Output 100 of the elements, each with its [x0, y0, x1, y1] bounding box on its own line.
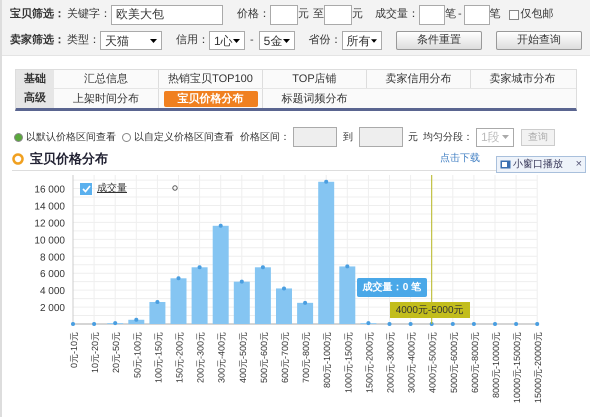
checkbox-label: 仅包邮: [520, 7, 554, 22]
price-field[interactable]: [324, 4, 352, 24]
data-point: [324, 180, 328, 184]
axis-tick-label: 14 000: [34, 201, 65, 212]
data-point: [260, 265, 265, 270]
field-label: 信用：: [176, 33, 209, 48]
data-point: [450, 322, 455, 326]
tab[interactable]: 汇总信息: [70, 71, 142, 87]
radio-label: 以默认价格区间查看: [26, 130, 116, 144]
data-point: [134, 318, 138, 322]
axis-category-label: 1000元-1500元: [343, 332, 354, 394]
axis-category-label: 800元-1000元: [322, 332, 332, 388]
bar: [276, 288, 292, 324]
province-select[interactable]: 所有: [342, 31, 382, 50]
legend-checkbox[interactable]: [80, 182, 92, 194]
unit-label: 至: [313, 7, 324, 22]
reset-button[interactable]: 条件重置: [396, 31, 482, 50]
caret-icon: [502, 135, 509, 139]
unit-label: 元: [298, 7, 309, 22]
unit-label: 笔: [490, 7, 501, 22]
bar: [170, 278, 186, 324]
axis-category-label: 6000元-8000元: [470, 332, 480, 394]
category-label: 4000元-5000元: [390, 302, 470, 318]
legend-label[interactable]: 成交量: [97, 181, 127, 196]
axis-category-label: 10000元-15000元: [512, 332, 522, 404]
axis-category-label: 300元-400元: [216, 332, 227, 384]
tab[interactable]: 卖家城市分布: [476, 71, 570, 87]
axis-category-label: 2000元-3000元: [386, 332, 396, 394]
close-button[interactable]: ×: [576, 156, 582, 173]
range-field[interactable]: [293, 127, 337, 147]
price-field[interactable]: [270, 4, 298, 24]
search-button[interactable]: 开始查询: [496, 31, 582, 50]
check-icon: [82, 184, 90, 192]
data-point: [198, 265, 202, 270]
tab-group-label: 基础: [16, 70, 54, 88]
download-link[interactable]: 点击下载: [440, 151, 480, 166]
credit-select[interactable]: 5金: [258, 31, 295, 50]
axis-tick-label: 4 000: [40, 286, 65, 298]
tab[interactable]: 卖家信用分布: [372, 71, 466, 87]
data-point: [535, 322, 540, 326]
axis-tick-label: 12 000: [34, 218, 65, 230]
sales-field[interactable]: [419, 4, 445, 24]
bar: [234, 282, 250, 324]
axis-category-label: 700元-800元: [301, 332, 312, 384]
tab[interactable]: 上架时间分布: [59, 90, 153, 106]
keyword-field[interactable]: 欧美大包: [111, 4, 223, 24]
bar: [254, 267, 271, 324]
axis-tick-label: 2 000: [40, 303, 65, 314]
caret-icon: [150, 38, 157, 42]
tab-group-label: 高级: [16, 89, 54, 108]
axis-tick-label: 10 000: [34, 235, 65, 246]
ring-icon: [12, 152, 24, 164]
axis-category-label: 1500元-2000元: [364, 332, 374, 394]
axis-category-label: 400元-500元: [238, 332, 248, 384]
sales-field[interactable]: [464, 4, 490, 24]
video-icon: [500, 160, 511, 169]
data-point: [408, 322, 413, 326]
unit-label: 笔: [445, 7, 456, 22]
axis-category-label: 20元-50元: [111, 332, 122, 374]
circle-icon: [172, 185, 178, 191]
type-select[interactable]: 天猫: [100, 31, 162, 50]
data-point: [366, 321, 370, 326]
axis-category-label: 3000元-4000元: [406, 332, 417, 394]
data-point: [493, 322, 497, 326]
axis-tick-label: 8 000: [40, 252, 65, 264]
data-point: [240, 280, 244, 284]
data-point: [282, 286, 286, 290]
data-point: [92, 322, 96, 326]
credit-select[interactable]: 1心: [209, 31, 245, 50]
tab[interactable]: 热销宝贝TOP100: [154, 71, 267, 87]
section-title: 宝贝价格分布: [30, 150, 108, 168]
axis-tick-label: 16 000: [34, 184, 65, 196]
tooltip: 成交量：0 笔: [356, 278, 428, 297]
axis-category-label: 150元-200元: [174, 332, 184, 384]
axis-category-label: 0元-10元: [69, 332, 79, 368]
axis-tick-label: 6 000: [40, 269, 65, 280]
axis-category-label: 15000元-20000元: [533, 332, 544, 404]
data-point: [514, 322, 518, 326]
field-label: 类型：: [67, 33, 100, 48]
tab[interactable]: 标题词频分布: [268, 90, 362, 106]
radio-label: 以自定义价格区间查看: [134, 130, 234, 144]
axis-category-label: 200元-300元: [196, 332, 206, 384]
data-point: [303, 300, 308, 305]
field-label: 价格：: [237, 7, 270, 22]
range-field[interactable]: [359, 127, 403, 147]
axis-category-label: 5000元-6000元: [448, 332, 459, 394]
axis-category-label: 600元-700元: [280, 332, 290, 384]
checkbox[interactable]: [508, 10, 519, 20]
unit-label: 元: [408, 130, 418, 144]
bar: [149, 302, 166, 324]
field-label: 成交量：: [375, 6, 419, 22]
tab[interactable]: TOP店铺: [278, 71, 351, 87]
data-point: [345, 264, 350, 268]
data-point: [71, 322, 75, 326]
axis-category-label: 50元-100元: [132, 332, 142, 378]
field-label: 价格区间：: [240, 130, 290, 144]
axis-category-label: 100元-150元: [153, 332, 164, 384]
data-point: [113, 321, 118, 326]
caret-icon: [233, 38, 240, 42]
unit-label: 元: [352, 7, 363, 22]
